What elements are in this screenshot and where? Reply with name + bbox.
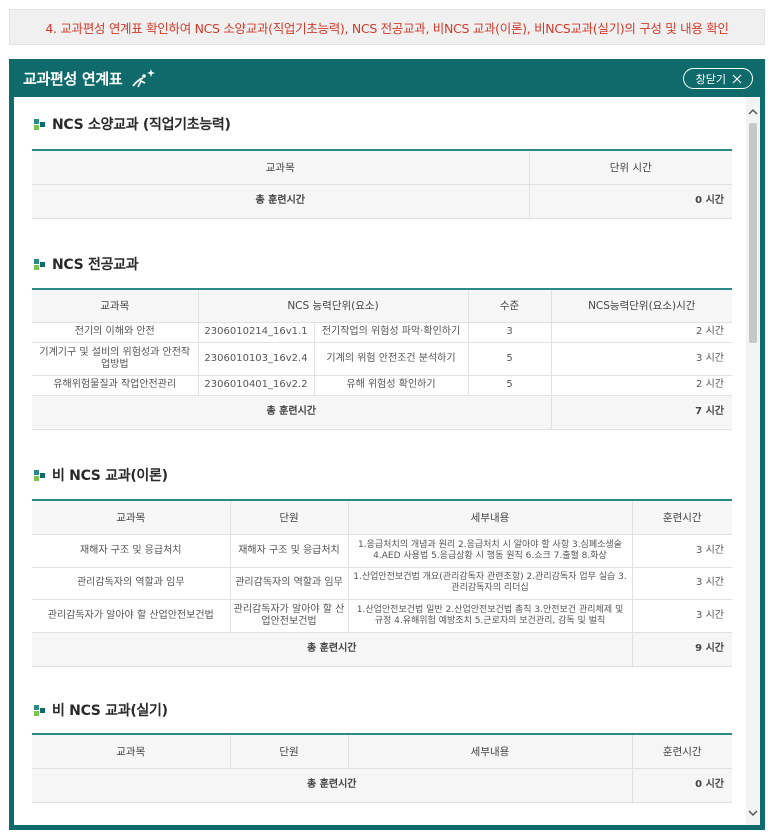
section-non-ncs-practice: 비 NCS 교과(실기) 교과목 단원 세부내용 훈련시간 총 훈련시간 0 시… xyxy=(32,699,732,803)
scroll-up-button[interactable] xyxy=(746,103,760,119)
modal-body[interactable]: NCS 소양교과 (직업기초능력) 교과목 단위 시간 총 훈련시간 0 시간 xyxy=(14,97,746,825)
unit-code-cell: 2306010214_16v1.1 xyxy=(198,322,315,343)
column-header: 교과목 xyxy=(32,733,231,769)
total-label: 총 훈련시간 xyxy=(32,395,552,430)
column-header: 수준 xyxy=(468,288,552,323)
close-icon xyxy=(732,74,742,83)
section-ncs-major: NCS 전공교과 교과목 NCS 능력단위(요소) 수준 NCS능력단위(요소)… xyxy=(32,253,732,430)
column-header: 교과목 xyxy=(32,288,199,323)
chevron-down-icon xyxy=(748,809,758,816)
vertical-scrollbar[interactable] xyxy=(746,97,760,825)
scrollbar-thumb[interactable] xyxy=(749,123,757,343)
column-header: 세부내용 xyxy=(348,499,633,535)
table-header-row: 교과목 NCS 능력단위(요소) 수준 NCS능력단위(요소)시간 xyxy=(32,288,732,323)
element-cell: 유해 위험성 확인하기 xyxy=(314,375,469,396)
non-ncs-theory-table: 교과목 단원 세부내용 훈련시간 재해자 구조 및 응급처치 재해자 구조 및 … xyxy=(32,499,732,667)
table-row: 관리감독자가 알아야 할 산업안전보건법 관리감독자가 알아야 할 산업안전보건… xyxy=(32,599,732,633)
modal-title: 교과편성 연계표 xyxy=(23,69,123,88)
table-header-row: 교과목 단위 시간 xyxy=(32,149,732,185)
instruction-banner: 4. 교과편성 연계표 확인하여 NCS 소양교과(직업기초능력), NCS 전… xyxy=(9,9,765,45)
detail-cell: 1.응급처치의 개념과 원리 2.응급처치 시 알아야 할 사항 3.심폐소생술… xyxy=(348,534,633,568)
hours-cell: 3 시간 xyxy=(632,567,732,600)
hours-cell: 3 시간 xyxy=(632,599,732,633)
sparkle-figure-icon xyxy=(132,69,156,88)
section-heading: 비 NCS 교과(이론) xyxy=(32,464,732,486)
section-bullet-icon xyxy=(34,705,45,716)
close-button-label: 창닫기 xyxy=(695,72,726,86)
subject-cell: 기계기구 및 설비의 위험성과 안전작업방법 xyxy=(32,342,199,376)
hours-cell: 2 시간 xyxy=(551,375,732,396)
level-cell: 3 xyxy=(468,322,552,343)
section-title: 비 NCS 교과(실기) xyxy=(52,703,168,719)
total-row: 총 훈련시간 0 시간 xyxy=(32,768,732,803)
element-cell: 전기작업의 위험성 파악·확인하기 xyxy=(314,322,469,343)
table-row: 전기의 이해와 안전 2306010214_16v1.1 전기작업의 위험성 파… xyxy=(32,322,732,343)
close-button[interactable]: 창닫기 xyxy=(682,68,753,89)
column-header: 훈련시간 xyxy=(632,499,732,535)
total-row: 총 훈련시간 0 시간 xyxy=(32,184,732,219)
subject-cell: 관리감독자가 알아야 할 산업안전보건법 xyxy=(32,599,231,633)
table-row: 관리감독자의 역할과 임무 관리감독자의 역할과 임무 1.산업안전보건법 개요… xyxy=(32,567,732,600)
chevron-up-icon xyxy=(748,108,758,115)
total-hours: 0 시간 xyxy=(632,768,732,803)
total-label: 총 훈련시간 xyxy=(32,768,633,803)
table-header-row: 교과목 단원 세부내용 훈련시간 xyxy=(32,733,732,769)
section-non-ncs-theory: 비 NCS 교과(이론) 교과목 단원 세부내용 훈련시간 재해자 구조 및 응… xyxy=(32,464,732,667)
unit-cell: 재해자 구조 및 응급처치 xyxy=(230,534,349,568)
scroll-down-button[interactable] xyxy=(746,805,760,821)
column-header: NCS 능력단위(요소) xyxy=(198,288,469,323)
section-heading: 비 NCS 교과(실기) xyxy=(32,699,732,721)
table-row: 기계기구 및 설비의 위험성과 안전작업방법 2306010103_16v2.4… xyxy=(32,342,732,376)
non-ncs-practice-table: 교과목 단원 세부내용 훈련시간 총 훈련시간 0 시간 xyxy=(32,733,732,803)
total-label: 총 훈련시간 xyxy=(32,632,633,667)
unit-code-cell: 2306010103_16v2.4 xyxy=(198,342,315,376)
element-cell: 기계의 위험 안전조건 분석하기 xyxy=(314,342,469,376)
section-heading: NCS 전공교과 xyxy=(32,253,732,275)
hours-cell: 3 시간 xyxy=(551,342,732,376)
column-header: 단원 xyxy=(230,733,349,769)
column-header: 교과목 xyxy=(32,149,530,185)
subject-cell: 유해위험물질과 작업안전관리 xyxy=(32,375,199,396)
modal-header: 교과편성 연계표 창닫기 xyxy=(14,59,760,97)
table-row: 재해자 구조 및 응급처치 재해자 구조 및 응급처치 1.응급처치의 개념과 … xyxy=(32,534,732,568)
level-cell: 5 xyxy=(468,375,552,396)
section-bullet-icon xyxy=(34,119,45,130)
curriculum-modal: 교과편성 연계표 창닫기 NCS 소양교과 (직업기초능력) 교과목 단위 시간… xyxy=(9,59,765,830)
ncs-basic-table: 교과목 단위 시간 총 훈련시간 0 시간 xyxy=(32,149,732,219)
subject-cell: 재해자 구조 및 응급처치 xyxy=(32,534,231,568)
total-hours: 9 시간 xyxy=(632,632,732,667)
column-header: 교과목 xyxy=(32,499,231,535)
section-ncs-basic: NCS 소양교과 (직업기초능력) 교과목 단위 시간 총 훈련시간 0 시간 xyxy=(32,113,732,219)
column-header: 훈련시간 xyxy=(632,733,732,769)
hours-cell: 3 시간 xyxy=(632,534,732,568)
section-bullet-icon xyxy=(34,470,45,481)
column-header: 단위 시간 xyxy=(529,149,732,185)
total-label: 총 훈련시간 xyxy=(32,184,530,219)
section-title: NCS 전공교과 xyxy=(52,257,139,273)
detail-cell: 1.산업안전보건법 일반 2.산업안전보건법 총칙 3.안전보건 관리체제 및 … xyxy=(348,599,633,633)
column-header: 세부내용 xyxy=(348,733,633,769)
hours-cell: 2 시간 xyxy=(551,322,732,343)
column-header: NCS능력단위(요소)시간 xyxy=(551,288,732,323)
subject-cell: 전기의 이해와 안전 xyxy=(32,322,199,343)
detail-cell: 1.산업안전보건법 개요(관리감독자 관련조항) 2.관리감독자 업무 실습 3… xyxy=(348,567,633,600)
level-cell: 5 xyxy=(468,342,552,376)
total-row: 총 훈련시간 9 시간 xyxy=(32,632,732,667)
column-header: 단원 xyxy=(230,499,349,535)
table-header-row: 교과목 단원 세부내용 훈련시간 xyxy=(32,499,732,535)
total-hours: 7 시간 xyxy=(551,395,732,430)
unit-cell: 관리감독자가 알아야 할 산업안전보건법 xyxy=(230,599,349,633)
ncs-major-table: 교과목 NCS 능력단위(요소) 수준 NCS능력단위(요소)시간 전기의 이해… xyxy=(32,288,732,430)
total-hours: 0 시간 xyxy=(529,184,732,219)
section-title: 비 NCS 교과(이론) xyxy=(52,468,168,484)
section-bullet-icon xyxy=(34,259,45,270)
unit-code-cell: 2306010401_16v2.2 xyxy=(198,375,315,396)
section-heading: NCS 소양교과 (직업기초능력) xyxy=(32,113,732,135)
table-row: 유해위험물질과 작업안전관리 2306010401_16v2.2 유해 위험성 … xyxy=(32,375,732,396)
total-row: 총 훈련시간 7 시간 xyxy=(32,395,732,430)
unit-cell: 관리감독자의 역할과 임무 xyxy=(230,567,349,600)
subject-cell: 관리감독자의 역할과 임무 xyxy=(32,567,231,600)
section-title: NCS 소양교과 (직업기초능력) xyxy=(52,117,231,133)
